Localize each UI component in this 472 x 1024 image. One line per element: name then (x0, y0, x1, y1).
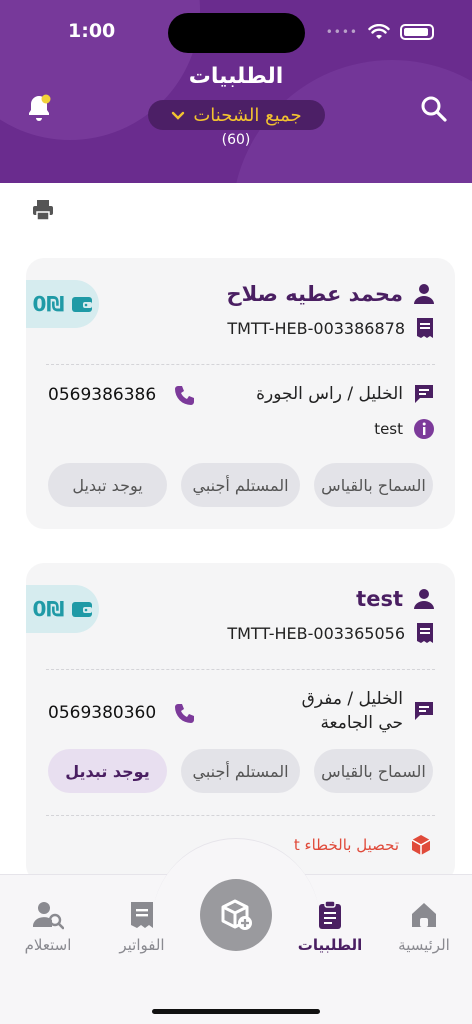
address-row: الخليل / راس الجورة (256, 382, 435, 406)
info-icon (414, 419, 434, 439)
status-time: 1:00 (68, 20, 116, 42)
wallet-icon (71, 297, 92, 312)
wifi-icon (368, 24, 390, 39)
note-row: test (374, 418, 435, 440)
nav-inquiry[interactable]: استعلام (3, 900, 93, 954)
divider (46, 669, 435, 670)
clipboard-icon (319, 900, 341, 929)
receipt-icon (417, 623, 433, 643)
address-row: الخليل / مفرق حي الجامعة (293, 687, 435, 735)
search-icon[interactable] (420, 95, 448, 123)
user-icon (414, 284, 434, 304)
order-card[interactable]: 0₪ test TMTT-HEB-003365056 الخليل / مفرق… (26, 563, 455, 883)
header: 1:00 •••• الطلبيات جميع الشحنات (60) (0, 0, 472, 183)
address-text: الخليل / راس الجورة (256, 384, 403, 404)
chevron-down-icon (171, 105, 185, 126)
page-title: الطلبيات (188, 64, 284, 89)
phone-number: 0569386386 (48, 385, 157, 405)
phone-icon[interactable] (174, 702, 196, 724)
user-search-icon (32, 902, 64, 930)
customer-row: test (356, 587, 435, 611)
code-row: TMTT-HEB-003365056 (227, 622, 435, 644)
error-text: تحصيل بالخطاء t (293, 836, 399, 854)
collection-error-row: تحصيل بالخطاء t (294, 833, 433, 857)
divider (46, 364, 435, 365)
receipt-icon (417, 318, 433, 338)
code-row: TMTT-HEB-003386878 (227, 317, 435, 339)
chip-row: يوجد تبديل المستلم أجنبي السماح بالقياس (48, 463, 433, 507)
home-indicator (152, 1009, 320, 1014)
address-text: الخليل / مفرق حي الجامعة (301, 689, 403, 733)
nav-orders[interactable]: الطلبيات (285, 900, 375, 954)
order-card[interactable]: 0₪ محمد عطيه صلاح TMTT-HEB-003386878 الخ… (26, 258, 455, 529)
wallet-badge: 0₪ (26, 280, 99, 328)
exchange-chip[interactable]: يوجد تبديل (48, 463, 167, 507)
invoice-icon (131, 902, 153, 928)
customer-name: محمد عطيه صلاح (226, 282, 403, 306)
order-code: TMTT-HEB-003365056 (227, 623, 405, 643)
foreign-recipient-chip[interactable]: المستلم أجنبي (181, 749, 300, 793)
chip-row: يوجد تبديل المستلم أجنبي السماح بالقياس (48, 749, 433, 793)
phone-number: 0569380360 (48, 703, 157, 723)
customer-name: test (356, 587, 403, 611)
nav-home[interactable]: الرئيسية (379, 900, 469, 954)
nav-invoices-label: الفواتير (119, 936, 165, 954)
shipment-filter-dropdown[interactable]: جميع الشحنات (148, 100, 325, 130)
customer-row: محمد عطيه صلاح (227, 282, 435, 306)
wallet-amount: 0₪ (32, 292, 65, 316)
package-alert-icon (411, 835, 431, 855)
wallet-badge: 0₪ (26, 585, 99, 633)
nav-orders-label: الطلبيات (297, 936, 363, 954)
phone-row[interactable]: 0569386386 (48, 384, 196, 406)
home-icon (412, 903, 436, 927)
package-add-icon (221, 899, 252, 930)
allow-fitting-chip[interactable]: السماح بالقياس (314, 749, 433, 793)
exchange-chip[interactable]: يوجد تبديل (48, 749, 167, 793)
printer-icon[interactable] (31, 198, 55, 222)
filter-label: جميع الشحنات (193, 104, 302, 126)
order-code: TMTT-HEB-003386878 (227, 318, 405, 338)
signal-dots: •••• (325, 25, 358, 39)
foreign-recipient-chip[interactable]: المستلم أجنبي (181, 463, 300, 507)
message-icon (415, 385, 433, 403)
status-icons: •••• (326, 24, 434, 40)
allow-fitting-chip[interactable]: السماح بالقياس (314, 463, 433, 507)
divider (46, 815, 435, 816)
message-icon (415, 702, 433, 720)
orders-count: (60) (221, 132, 251, 148)
wallet-icon (71, 602, 92, 617)
camera-notch (168, 13, 305, 53)
wallet-amount: 0₪ (32, 597, 65, 621)
phone-icon[interactable] (174, 384, 196, 406)
user-icon (414, 589, 434, 609)
phone-row[interactable]: 0569380360 (48, 702, 196, 724)
battery-icon (400, 24, 434, 40)
add-order-button[interactable] (200, 879, 272, 951)
nav-invoices[interactable]: الفواتير (97, 900, 187, 954)
nav-home-label: الرئيسية (398, 936, 450, 954)
nav-inquiry-label: استعلام (24, 936, 72, 954)
note-text: test (374, 420, 403, 438)
bell-icon[interactable] (24, 92, 54, 124)
